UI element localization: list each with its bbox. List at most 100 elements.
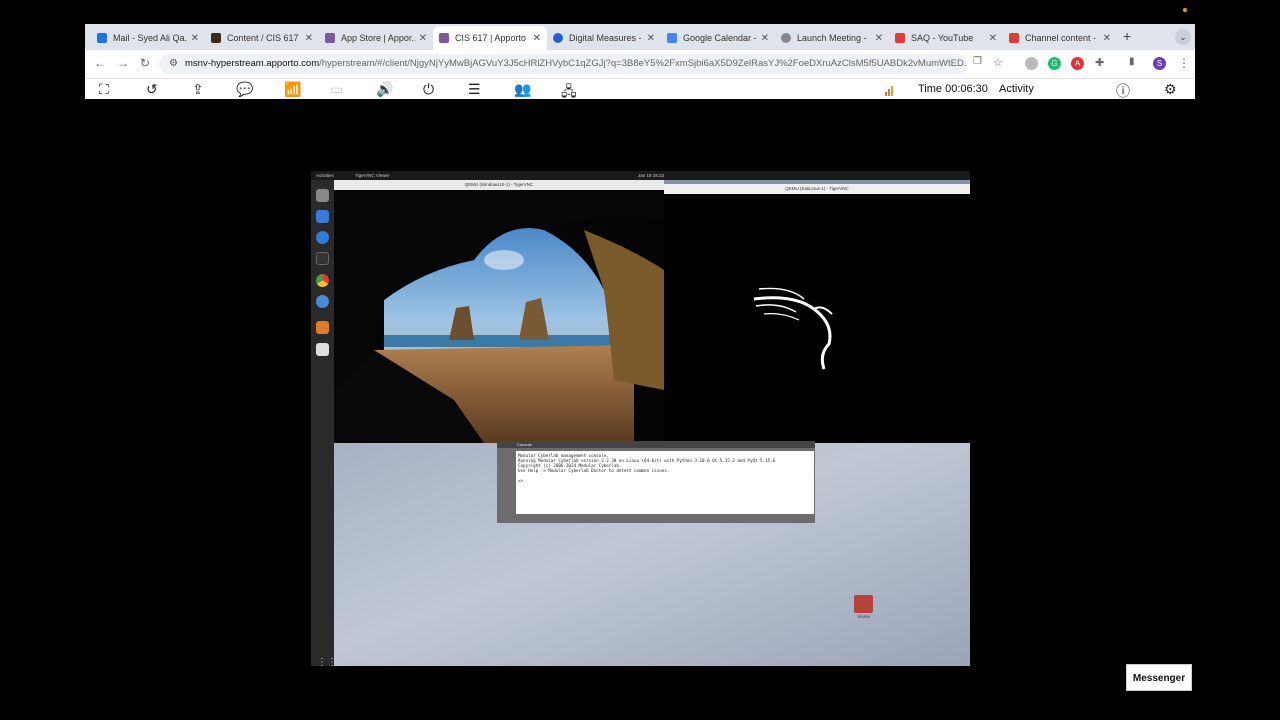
kali-vnc-window[interactable]: QEMU (KaliLinux-1) - TigerVNC [664, 184, 970, 443]
window-title[interactable]: QEMU (Windows10-1) - TigerVNC [334, 180, 664, 190]
grammarly-icon[interactable]: G [1048, 57, 1061, 70]
terminal-icon[interactable] [316, 252, 329, 265]
back-icon[interactable]: ← [94, 56, 106, 70]
tab-label: Launch Meeting - [797, 33, 867, 43]
cyberlab-icon[interactable] [316, 321, 329, 334]
tab-content[interactable]: Content / CIS 617 ... ✕ [205, 26, 319, 50]
apporto-icon [325, 33, 335, 43]
extension-icon[interactable] [1025, 57, 1038, 70]
notification-dot [1183, 8, 1187, 12]
tab-google-calendar[interactable]: Google Calendar - ✕ [661, 26, 775, 50]
messenger-button[interactable]: Messenger [1126, 664, 1192, 691]
home-folder-label: Home [857, 614, 870, 619]
clock[interactable]: Jan 18 18:23 [638, 171, 664, 180]
url-input[interactable]: msnv-hyperstream.apporto.com/hyperstream… [159, 54, 967, 74]
settings-icon[interactable] [316, 295, 329, 308]
settings-panel-icon[interactable]: ☰ [468, 81, 481, 98]
apporto-toolbar: ⛶ ↺ ⇪ 💬 📶 ▭ 🔊 ⏻ ☰ 👥 🖧 Time 00:06:30 Acti… [85, 78, 1195, 99]
youtube-icon [895, 33, 905, 43]
power-icon[interactable]: ⏻ [423, 81, 434, 98]
url-host: msnv-hyperstream.apporto.com [185, 58, 320, 69]
signal-icon [885, 84, 897, 96]
close-icon[interactable]: ✕ [533, 33, 541, 44]
tab-label: App Store | Appor... [341, 33, 415, 43]
trash-icon[interactable] [316, 343, 329, 356]
device-icon[interactable]: 🖧 [561, 81, 577, 105]
apporto-icon [439, 33, 449, 43]
digital-measures-icon [553, 33, 563, 43]
console-output[interactable]: Modular Cyberlab management console. Run… [516, 451, 814, 514]
close-icon[interactable]: ✕ [1103, 33, 1111, 44]
tab-app-store[interactable]: App Store | Appor... ✕ [319, 26, 433, 50]
tab-digital-measures[interactable]: Digital Measures - ✕ [547, 26, 661, 50]
tab-label: Content / CIS 617 ... [227, 33, 301, 43]
menu-icon[interactable]: ⋮ [1178, 56, 1190, 70]
tab-channel-content[interactable]: Channel content - ✕ [1003, 26, 1117, 50]
help-icon[interactable] [316, 231, 329, 244]
files-icon[interactable] [316, 189, 329, 202]
remote-desktop[interactable]: Activities TigerVNC Viewer Jan 18 18:23 … [311, 171, 970, 666]
side-panel-icon[interactable]: ▮ [1129, 56, 1135, 67]
home-folder-icon[interactable] [854, 595, 873, 613]
close-icon[interactable]: ✕ [191, 33, 199, 44]
window-title[interactable]: QEMU (KaliLinux-1) - TigerVNC [664, 184, 970, 194]
tab-cis617[interactable]: CIS 617 | Apporto ✕ [433, 26, 547, 50]
users-icon[interactable]: 👥 [514, 81, 531, 98]
close-icon[interactable]: ✕ [761, 33, 769, 44]
mail-icon [97, 33, 107, 43]
tab-label: SAQ - YouTube [911, 33, 974, 43]
tab-strip: Mail - Syed Ali Qa... ✕ Content / CIS 617… [85, 24, 1195, 50]
reconnect-icon[interactable]: ↺ [146, 81, 158, 98]
chat-icon[interactable]: 💬 [236, 81, 253, 98]
activity-link[interactable]: Activity [999, 83, 1034, 95]
close-icon[interactable]: ✕ [305, 33, 313, 44]
network-icon[interactable]: 📶 [284, 81, 301, 98]
tab-label: CIS 617 | Apporto [455, 33, 526, 43]
tab-youtube[interactable]: SAQ - YouTube ✕ [889, 26, 1003, 50]
url-path: /hyperstream/#/client/NjgyNjYyMwBjAGVuY3… [319, 58, 967, 69]
session-time: Time 00:06:30 [918, 83, 988, 95]
disabled-icon: ▭ [330, 81, 344, 97]
console-window[interactable]: Console Modular Cyberlab management cons… [497, 441, 815, 523]
puzzle-icon[interactable]: ✚ [1095, 56, 1104, 69]
new-tab-button[interactable]: + [1123, 28, 1131, 44]
copy-icon[interactable]: ❐ [973, 56, 982, 67]
forward-icon[interactable]: → [117, 56, 129, 70]
console-prompt[interactable]: => [518, 478, 812, 483]
console-title[interactable]: Console [497, 441, 815, 448]
activities-button[interactable]: Activities [316, 171, 334, 180]
close-icon[interactable]: ✕ [419, 33, 427, 44]
adblock-icon[interactable]: A [1071, 57, 1084, 70]
tab-search-button[interactable]: ⌄ [1175, 29, 1191, 45]
tab-label: Channel content - [1025, 33, 1097, 43]
browser-window: Mail - Syed Ali Qa... ✕ Content / CIS 617… [85, 24, 1195, 99]
share-icon[interactable]: ⇪ [192, 81, 204, 98]
tab-launch-meeting[interactable]: Launch Meeting - ✕ [775, 26, 889, 50]
close-icon[interactable]: ✕ [989, 33, 997, 44]
gnome-dock: ⋮⋮⋮ [311, 180, 347, 666]
youtube-icon [1009, 33, 1019, 43]
chrome-icon[interactable] [316, 274, 329, 287]
profile-avatar[interactable]: S [1153, 57, 1166, 70]
globe-icon [781, 33, 791, 43]
gear-icon[interactable]: ⚙ [1164, 81, 1177, 98]
site-info-icon[interactable]: ⚙ [169, 58, 178, 69]
reload-icon[interactable]: ↻ [140, 56, 150, 70]
gnome-top-bar: Activities TigerVNC Viewer Jan 18 18:23 [311, 171, 970, 180]
fullscreen-icon[interactable]: ⛶ [99, 81, 109, 98]
app-menu[interactable]: TigerVNC Viewer [355, 171, 390, 180]
windows-vnc-window[interactable]: QEMU (Windows10-1) - TigerVNC [334, 180, 664, 443]
windows-lockscreen[interactable] [334, 190, 664, 443]
course-icon [211, 33, 221, 43]
tab-label: Google Calendar - [683, 33, 757, 43]
kali-dragon-logo [753, 287, 833, 370]
tab-label: Digital Measures - [569, 33, 642, 43]
close-icon[interactable]: ✕ [875, 33, 883, 44]
help-icon[interactable]: ⓘ [1116, 81, 1130, 101]
address-bar-row: ← → ↻ msnv-hyperstream.apporto.com/hyper… [85, 50, 1195, 78]
volume-icon[interactable]: 🔊 [376, 81, 393, 98]
writer-icon[interactable] [316, 210, 329, 223]
tab-mail[interactable]: Mail - Syed Ali Qa... ✕ [91, 26, 205, 50]
close-icon[interactable]: ✕ [647, 33, 655, 44]
bookmark-star-icon[interactable]: ☆ [993, 56, 1003, 69]
